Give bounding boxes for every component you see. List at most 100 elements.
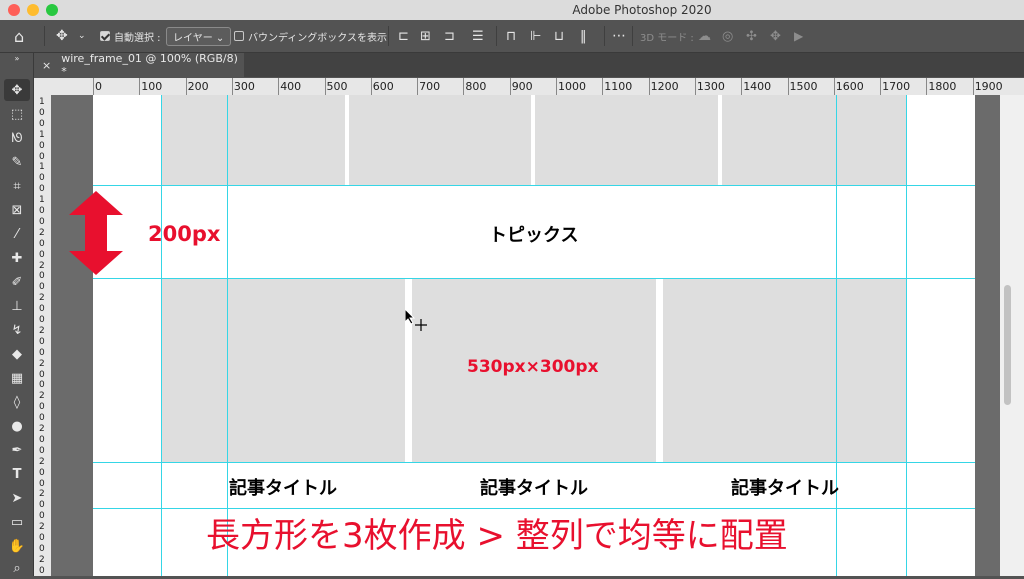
ruler-tick-label: 2: [39, 391, 45, 402]
ruler-tick-label: 0: [39, 347, 45, 358]
ruler-tick-label: 1300: [696, 80, 725, 93]
gradient-tool-icon[interactable]: ▦: [4, 367, 30, 389]
ruler-tick-line: [602, 78, 604, 95]
ruler-tick-line: [648, 78, 650, 95]
3d-orbit-icon[interactable]: ☁: [698, 20, 711, 52]
ruler-tick-line: [972, 78, 974, 95]
type-tool-icon[interactable]: T: [4, 463, 30, 485]
close-tab-icon[interactable]: ×: [42, 59, 51, 72]
topics-heading: トピックス: [489, 225, 579, 246]
ruler-tick-line: [880, 78, 882, 95]
article-title: 記事タイトル: [229, 478, 337, 499]
ruler-tick-label: 1: [39, 162, 45, 173]
quick-select-tool-icon[interactable]: ✎: [4, 151, 30, 173]
ruler-tick-line: [741, 78, 743, 95]
home-icon[interactable]: ⌂: [14, 20, 24, 52]
pen-tool-icon[interactable]: ✒: [4, 439, 30, 461]
canvas-area[interactable]: 200px トピックス 530px×300px 記事タイトル 記事タイトル 記事…: [51, 95, 1000, 576]
3d-pan-icon[interactable]: ✣: [746, 20, 757, 52]
auto-select-checkbox[interactable]: 自動選択 :: [100, 20, 161, 52]
document-tab[interactable]: × wire_frame_01 @ 100% (RGB/8) *: [34, 52, 244, 78]
blur-tool-icon[interactable]: ◊: [4, 391, 30, 413]
article-image-placeholder: [161, 279, 405, 462]
instruction-caption: 長方形を3枚作成 > 整列で均等に配置: [206, 516, 788, 556]
ruler-tick-label: 1700: [882, 80, 911, 93]
move-tool-preset-icon[interactable]: ✥: [56, 20, 68, 52]
layer-select-value: レイヤー: [173, 32, 213, 44]
3d-slide-icon[interactable]: ✥: [770, 20, 781, 52]
horizontal-ruler: 0 100 200 300 400 500 600 700 800 900 1000 1100 1200…: [34, 78, 1024, 96]
ruler-tick-label: 0: [95, 80, 102, 93]
3d-roll-icon[interactable]: ◎: [722, 20, 733, 52]
ruler-tick-label: 2: [39, 227, 45, 238]
ruler-tick-label: 2: [39, 489, 45, 500]
image-placeholder: [349, 95, 531, 185]
ruler-tick-label: 0: [39, 184, 45, 195]
ruler-tick-label: 600: [372, 80, 394, 93]
move-cursor-icon: [405, 309, 427, 331]
ruler-tick-label: 0: [39, 478, 45, 489]
ruler-tick-label: 1800: [928, 80, 957, 93]
align-bottom-icon[interactable]: ⊔: [554, 20, 564, 52]
layer-select-dropdown[interactable]: レイヤー ⌄: [166, 20, 232, 52]
ruler-tick-label: 0: [39, 500, 45, 511]
ruler-tick-label: 0: [39, 315, 45, 325]
more-options-icon[interactable]: ⋯: [612, 20, 626, 52]
eyedropper-tool-icon[interactable]: ⁄: [4, 223, 30, 245]
eraser-tool-icon[interactable]: ◆: [4, 343, 30, 365]
ruler-tick-label: 2: [39, 522, 45, 533]
align-vcenter-icon[interactable]: ⊩: [530, 20, 541, 52]
ruler-tick-label: 1900: [974, 80, 1003, 93]
ruler-tick-line: [556, 78, 557, 95]
vertical-ruler: 1001001001002002002002002002002002002002…: [34, 95, 52, 576]
ruler-tick-label: 200: [187, 80, 209, 93]
horizontal-guide: [93, 278, 975, 279]
ruler-tick-label: 2: [39, 325, 45, 336]
brush-tool-icon[interactable]: ✐: [4, 271, 30, 293]
ruler-tick-label: 500: [326, 80, 348, 93]
vertical-guide: [906, 95, 907, 576]
panel-collapse-icon[interactable]: »: [4, 53, 30, 63]
path-select-tool-icon[interactable]: ➤: [4, 487, 30, 509]
move-tool-icon[interactable]: ✥: [4, 79, 30, 101]
crop-tool-icon[interactable]: ⌗: [4, 175, 30, 197]
ruler-tick-label: 1: [39, 195, 45, 206]
vertical-scrollbar[interactable]: [1000, 95, 1024, 576]
image-placeholder: [535, 95, 718, 185]
lasso-tool-icon[interactable]: ᘚ: [4, 127, 30, 149]
align-top-icon[interactable]: ⊓: [506, 20, 516, 52]
ruler-tick-label: 1: [39, 129, 45, 140]
distribute-horizontal-icon[interactable]: ☰: [472, 20, 484, 52]
align-left-icon[interactable]: ⊏: [398, 20, 409, 52]
align-hcenter-icon[interactable]: ⊞: [420, 20, 431, 52]
frame-tool-icon[interactable]: ⊠: [4, 199, 30, 221]
height-arrow-icon: [69, 191, 123, 275]
history-brush-icon[interactable]: ↯: [4, 319, 30, 341]
scrollbar-thumb[interactable]: [1004, 285, 1011, 405]
show-bbox-checkbox[interactable]: バウンディングボックスを表示: [234, 20, 387, 52]
ruler-tick-label: 300: [233, 80, 255, 93]
ruler-tick-line: [694, 78, 696, 95]
ruler-tick-label: 0: [39, 336, 45, 347]
marquee-tool-icon[interactable]: ⬚: [4, 103, 30, 125]
ruler-tick-label: 2: [39, 554, 45, 565]
ruler-tick-line: [463, 78, 465, 95]
align-right-icon[interactable]: ⊐: [444, 20, 455, 52]
ruler-tick-label: 0: [39, 140, 45, 151]
ruler-tick-label: 0: [39, 413, 45, 424]
image-placeholder: [722, 95, 907, 185]
chevron-down-icon[interactable]: ⌄: [78, 20, 86, 52]
ruler-tick-label: 0: [39, 467, 45, 478]
3d-scale-icon[interactable]: ▶: [794, 20, 803, 52]
ruler-tick-label: 1400: [743, 80, 772, 93]
hand-tool-icon[interactable]: ✋: [4, 535, 30, 557]
ruler-tick-label: 0: [39, 445, 45, 456]
rectangle-tool-icon[interactable]: ▭: [4, 511, 30, 533]
vertical-guide: [161, 95, 162, 576]
ruler-tick-label: 1200: [650, 80, 679, 93]
ruler-tick-label: 1000: [558, 80, 586, 93]
dodge-tool-icon[interactable]: ●: [4, 415, 30, 437]
distribute-vertical-icon[interactable]: ‖: [580, 20, 587, 52]
healing-brush-icon[interactable]: ✚: [4, 247, 30, 269]
stamp-tool-icon[interactable]: ⊥: [4, 295, 30, 317]
